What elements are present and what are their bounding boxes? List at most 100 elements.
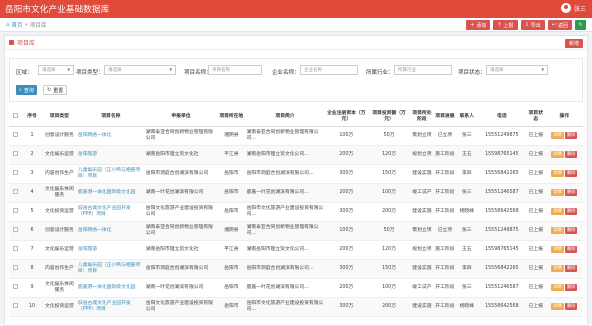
table-row[interactable]: 5 文化投资运营 旧岳古城文化产业园开发（PPP）项目 岳阳文化旅游产业建设投资有限公… [9, 202, 583, 222]
row-actions: 详情 删除 [545, 278, 583, 298]
new-button[interactable]: 新增 [564, 39, 583, 48]
project-name-input[interactable]: 项目名称 [208, 65, 262, 75]
table-cell: 张三 [455, 278, 478, 298]
delete-button[interactable]: 删除 [564, 245, 578, 254]
row-checkbox[interactable] [9, 278, 23, 298]
export-button[interactable]: ⇩ 导出 [520, 20, 545, 30]
delete-button[interactable]: 删除 [564, 207, 578, 216]
delete-button[interactable]: 删除 [564, 302, 578, 311]
row-checkbox[interactable] [9, 202, 23, 222]
company-name-input[interactable]: 企业名称 [300, 65, 358, 75]
industry-input[interactable]: 所属行业 [394, 65, 452, 75]
table-row[interactable]: 10 文化投资运营 旧岳古城文化产业园开发（PPP）项目 岳阳文化旅游产业建设投资有限… [9, 297, 583, 317]
row-checkbox[interactable] [9, 145, 23, 165]
table-cell: 李四 [455, 259, 478, 279]
detail-button[interactable]: 详情 [551, 150, 564, 159]
user-menu[interactable]: 张三 [560, 3, 586, 13]
row-actions: 详情 删除 [545, 202, 583, 222]
delete-button[interactable]: 删除 [564, 226, 578, 235]
table-cell: 王五 [455, 145, 478, 165]
project-name-link[interactable]: 鹿嘉港一体化国际级文化园 [76, 183, 145, 203]
delete-button[interactable]: 删除 [564, 188, 578, 197]
table-cell: 岳阳市 [217, 297, 246, 317]
project-name-link[interactable]: 岳阳旅游 [76, 145, 145, 165]
project-name-link[interactable]: 岳阳网络一体化 [76, 126, 145, 146]
detail-button[interactable]: 详情 [551, 283, 564, 292]
table-cell: 杨晓峰 [455, 297, 478, 317]
project-name-link[interactable]: 儿童娱乐园（正小鸭与相册项目）项目 [76, 164, 145, 184]
table-cell: 100万 [368, 278, 410, 298]
delete-button[interactable]: 删除 [564, 264, 578, 273]
project-name-link[interactable]: 岳阳网络一体化 [76, 221, 145, 241]
table-row[interactable]: 7 文化娱乐运营 岳阳旅游 湖南岳阳市锂立贸文化社 平江县 湖南岳阳市锂立贸文化公司...… [9, 240, 583, 260]
project-name-link[interactable]: 儿童娱乐园（正小鸭与相册项目）项目 [76, 259, 145, 279]
project-name-link[interactable]: 鹿嘉港一体化国际级文化园 [76, 278, 145, 298]
delete-button[interactable]: 删除 [564, 169, 578, 178]
company-label: 企业名称： [272, 70, 300, 76]
row-checkbox[interactable] [9, 240, 23, 260]
row-checkbox[interactable] [9, 126, 23, 146]
type-select[interactable]: 请选择 [104, 65, 176, 75]
reset-button[interactable]: ↻ 重置 [43, 85, 68, 95]
project-name-link[interactable]: 岳阳旅游 [76, 240, 145, 260]
table-row[interactable]: 1 创意设计服务 岳阳网络一体化 湖南泰亚合同创新物业管理有限公司 湘阴县 湖南泰亚合同创… [9, 126, 583, 146]
table-cell: 100万 [368, 183, 410, 203]
delete-button[interactable]: 删除 [564, 283, 578, 292]
breadcrumb-home[interactable]: 首页 [12, 21, 23, 29]
project-table: 序号 项目类型 项目名称 申报单位 项目所在地 项目简介 企业注册资本（万元） 项目投资额（万… [9, 108, 583, 317]
row-checkbox[interactable] [9, 221, 23, 241]
project-name-link[interactable]: 旧岳古城文化产业园开发（PPP）项目 [76, 202, 145, 222]
table-cell: 岳阳市洞庭合创湖滨有限公司... [245, 164, 325, 184]
row-checkbox[interactable] [9, 183, 23, 203]
table-row[interactable]: 8 内容创作生产 儿童娱乐园（正小鸭与相册项目）项目 岳阳市洞庭合创湖滨有限公司 岳阳市… [9, 259, 583, 279]
detail-button[interactable]: 详情 [551, 302, 564, 311]
reset-icon: ↻ [47, 87, 52, 93]
table-cell: 岳阳市 [217, 278, 246, 298]
detail-button[interactable]: 详情 [551, 188, 564, 197]
add-button[interactable]: + 添加 [466, 20, 491, 30]
delete-button[interactable]: 删除 [564, 131, 578, 140]
detail-button[interactable]: 详情 [551, 245, 564, 254]
table-cell: 湘阴县 [217, 126, 246, 146]
project-name-link[interactable]: 旧岳古城文化产业园开发（PPP）项目 [76, 297, 145, 317]
row-checkbox[interactable] [9, 164, 23, 184]
table-row[interactable]: 6 创意设计服务 岳阳网络一体化 湖南泰亚合同创新物业管理有限公司 湘阴县 湖南泰亚合同创… [9, 221, 583, 241]
detail-button[interactable]: 详情 [551, 207, 564, 216]
back-button[interactable]: ↩ 返回 [547, 20, 572, 30]
table-cell: 湖南岳阳市锂立贸文化社 [144, 240, 218, 260]
table-cell: 内容创作生产 [41, 259, 77, 279]
status-select[interactable]: 请选择 [486, 65, 548, 75]
table-cell: 150万 [368, 259, 410, 279]
refresh-button[interactable]: ↻ [575, 20, 586, 30]
row-checkbox[interactable] [9, 297, 23, 317]
search-button[interactable]: ⌕ 查询 [16, 85, 37, 95]
home-icon: ⌂ [6, 22, 10, 28]
detail-button[interactable]: 详情 [551, 131, 564, 140]
detail-button[interactable]: 详情 [551, 226, 564, 235]
column-header: 序号 [22, 108, 42, 127]
table-cell: 15556842265 [477, 259, 526, 279]
column-header: 项目类型 [41, 108, 77, 127]
table-row[interactable]: 9 文化娱乐休闲服务 鹿嘉港一体化国际级文化园 湖南一叶花创湖滨有限公司 岳阳市 鹿嘉一叶… [9, 278, 583, 298]
row-checkbox[interactable] [9, 259, 23, 279]
table-cell: 开工阶段 [433, 278, 456, 298]
table-cell: 开工阶段 [433, 259, 456, 279]
table-row[interactable]: 3 内容创作生产 儿童娱乐园（正小鸭与相册项目）项目 岳阳市洞庭合创湖滨有限公司 岳阳市… [9, 164, 583, 184]
table-row[interactable]: 4 文化娱乐休闲服务 鹿嘉港一体化国际级文化园 湖南一叶花创湖滨有限公司 岳阳市 鹿嘉一叶… [9, 183, 583, 203]
upload-button[interactable]: ↑ 上报 [493, 20, 518, 30]
table-row[interactable]: 2 文化娱乐运营 岳阳旅游 湖南岳阳市锂立贸文化社 平江县 湖南岳阳市锂立贸文化公司...… [9, 145, 583, 165]
table-cell: 已立项 [433, 221, 456, 241]
table-cell: 2 [22, 145, 42, 165]
column-header: 项目名称 [76, 108, 145, 127]
column-header: 项目所处阶段 [409, 108, 434, 127]
region-select[interactable]: 请选择 [38, 65, 74, 75]
table-cell: 竣工试产 [409, 278, 434, 298]
table-cell: 岳阳市洞庭合创湖滨有限公司 [144, 164, 218, 184]
select-all-checkbox[interactable] [9, 108, 23, 127]
table-cell: 建设实施 [409, 202, 434, 222]
delete-button[interactable]: 删除 [564, 150, 578, 159]
table-cell: 15551246587 [477, 183, 526, 203]
detail-button[interactable]: 详情 [551, 169, 564, 178]
avatar-icon [560, 3, 571, 13]
detail-button[interactable]: 详情 [551, 264, 564, 273]
